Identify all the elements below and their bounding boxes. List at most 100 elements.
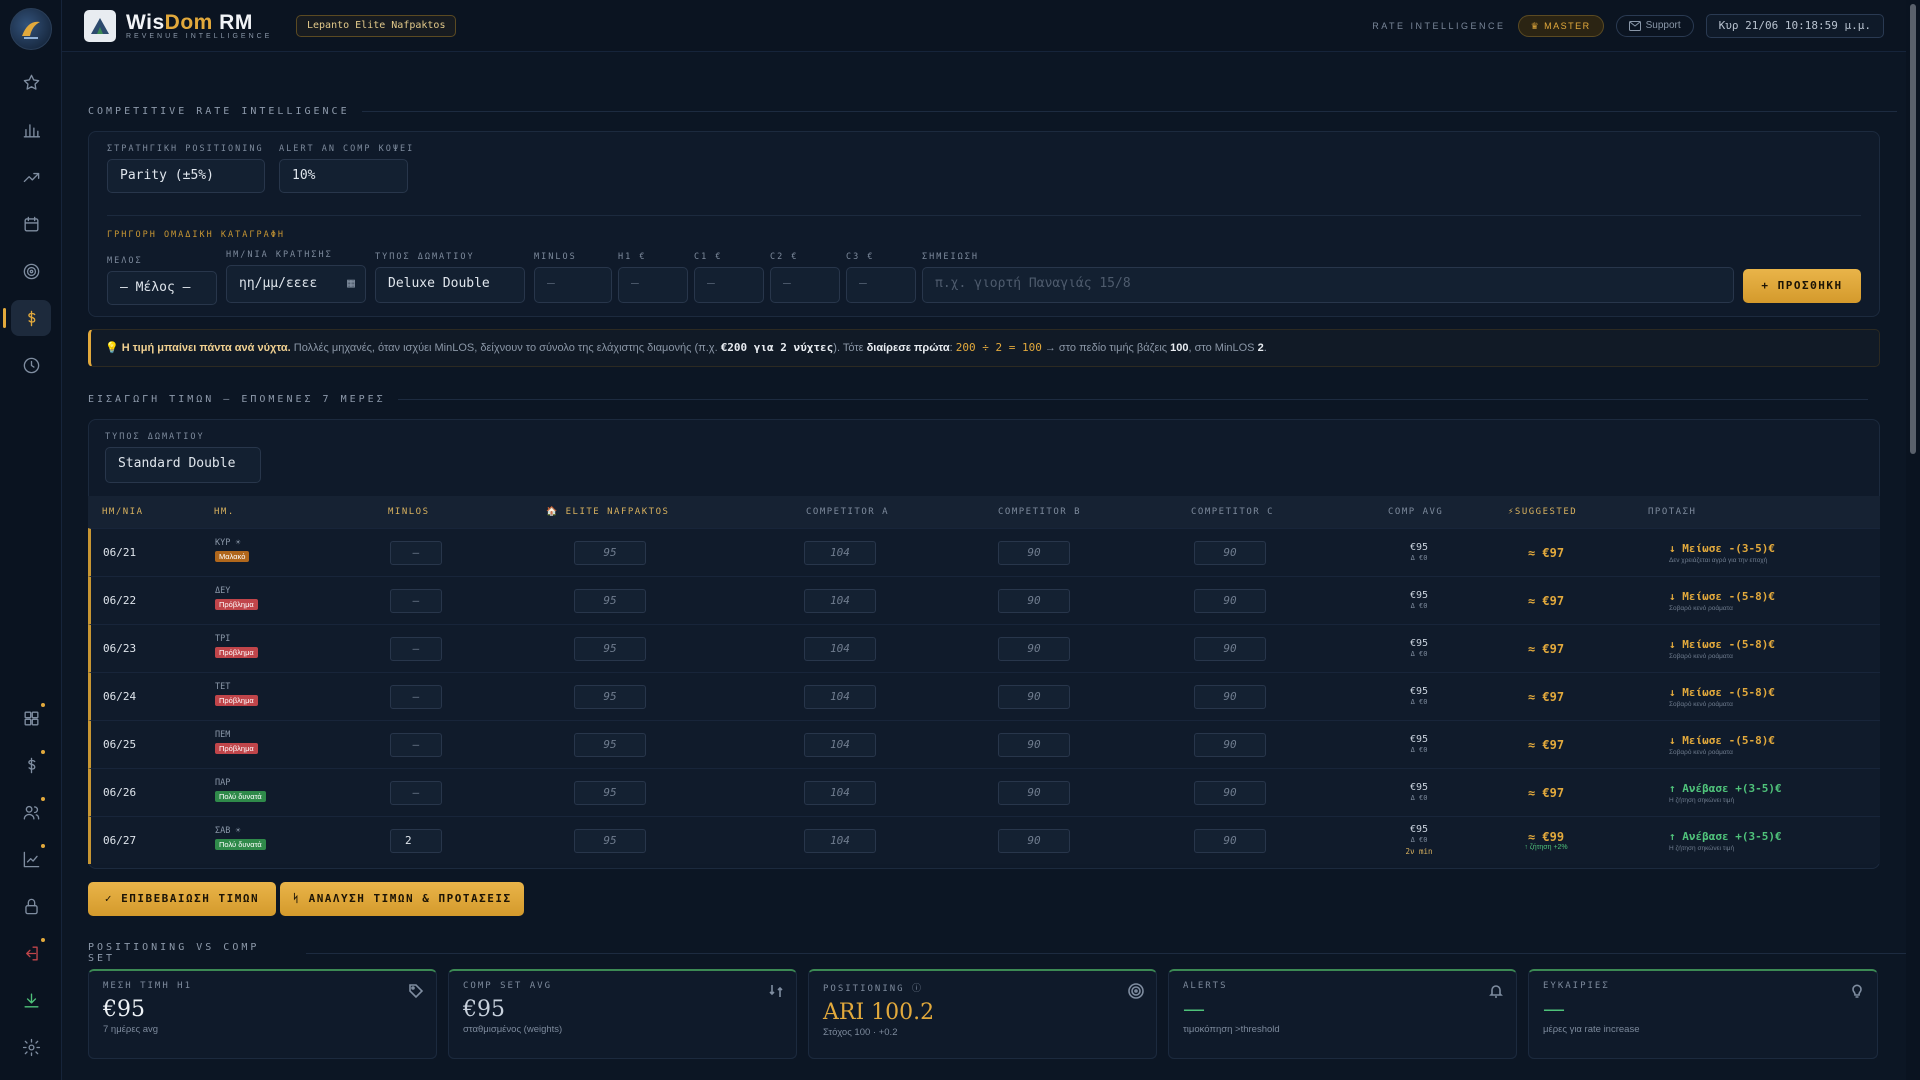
competitor-c-input[interactable]: 90 (1194, 828, 1266, 853)
proposal-action[interactable]: ↓ Μείωσε -(5-8)€ (1669, 638, 1869, 651)
competitor-a-input[interactable]: 104 (804, 684, 876, 709)
elite-price-input[interactable]: 95 (574, 636, 646, 661)
note-label: ΣΗΜΕΙΩΣΗ (922, 252, 979, 262)
h1-price-input[interactable]: — (618, 267, 688, 303)
elite-price-input[interactable]: 95 (574, 684, 646, 709)
elite-price-input[interactable]: 95 (574, 540, 646, 565)
competitor-a-input[interactable]: 104 (804, 780, 876, 805)
minlos-cell-input[interactable]: 2 (390, 828, 442, 853)
column-header-2: MINLOS (388, 507, 430, 517)
target-icon (1128, 983, 1144, 999)
c1-price-input[interactable]: — (694, 267, 764, 303)
proposal-action[interactable]: ↑ Ανέβασε +(3-5)€ (1669, 782, 1869, 795)
logout-icon[interactable] (11, 935, 51, 971)
competitor-c-input[interactable]: 90 (1194, 636, 1266, 661)
dollar-alt-icon[interactable] (11, 747, 51, 783)
member-select[interactable]: — Μέλος — (107, 271, 217, 305)
trending-up-icon[interactable] (11, 159, 51, 195)
master-badge[interactable]: ♛ MASTER (1517, 15, 1604, 37)
line-chart-icon[interactable] (11, 841, 51, 877)
competitor-c-input[interactable]: 90 (1194, 540, 1266, 565)
target-icon[interactable] (11, 253, 51, 289)
scrollbar[interactable] (1906, 0, 1920, 1080)
c3-price-input[interactable]: — (846, 267, 916, 303)
alert-threshold-input[interactable]: 10% (279, 159, 408, 193)
table-row: 06/25 ΠΕΜ Πρόβλημα — 95 104 90 90 €95 Δ €0 ≈ €97 ↓ … (88, 720, 1880, 768)
row-day: ΚΥΡ ☀ (215, 538, 241, 548)
competitor-a-input[interactable]: 104 (804, 636, 876, 661)
confirm-prices-button[interactable]: ✓ ΕΠΙΒΕΒΑΙΩΣΗ ΤΙΜΩΝ (88, 882, 276, 916)
table-row: 06/26 ΠΑΡ Πολύ δυνατά — 95 104 90 90 €95 Δ €0 ≈ €9… (88, 768, 1880, 816)
minlos-cell-input[interactable]: — (390, 588, 442, 613)
download-icon[interactable] (11, 982, 51, 1018)
minlos-cell-input[interactable]: — (390, 684, 442, 709)
c2-price-input[interactable]: — (770, 267, 840, 303)
comp-avg-delta: Δ €0 (1410, 793, 1428, 802)
clock-icon[interactable] (11, 347, 51, 383)
competitor-c-input[interactable]: 90 (1194, 684, 1266, 709)
minlos-cell-input[interactable]: — (390, 780, 442, 805)
competitor-b-input[interactable]: 90 (998, 732, 1070, 757)
note-input[interactable]: π.χ. γιορτή Παναγιάς 15/8 (922, 267, 1734, 303)
minlos-cell-input[interactable]: — (390, 732, 442, 757)
settings-icon[interactable] (11, 1029, 51, 1065)
competitor-b-input[interactable]: 90 (998, 828, 1070, 853)
proposal-action[interactable]: ↓ Μείωσε -(5-8)€ (1669, 590, 1869, 603)
brand[interactable]: WisDom RM REVENUE INTELLIGENCE (84, 10, 272, 42)
users-icon[interactable] (11, 794, 51, 830)
datetime-display: Κυρ 21/06 10:18:59 μ.μ. (1705, 14, 1884, 38)
table-row: 06/21 ΚΥΡ ☀ Μαλακό — 95 104 90 90 €95 Δ €0 ≈ €97 ↓ … (88, 528, 1880, 576)
elite-price-input[interactable]: 95 (574, 732, 646, 757)
comp-avg-value: €95 (1409, 541, 1429, 553)
tag-icon (409, 984, 424, 999)
proposal-action[interactable]: ↓ Μείωσε -(5-8)€ (1669, 734, 1869, 747)
positioning-select[interactable]: Parity (±5%) (107, 159, 265, 193)
analysis-button[interactable]: ᛋ ΑΝΑΛΥΣΗ ΤΙΜΩΝ & ΠΡΟΤΑΣΕΙΣ (280, 882, 524, 916)
row-date: 06/24 (103, 690, 137, 703)
minlos-tip-banner: 💡 Η τιμή μπαίνει πάντα ανά νύχτα. Πολλές… (88, 329, 1880, 367)
hotel-selector[interactable]: Lepanto Elite Nafpaktos (296, 15, 457, 37)
row-date: 06/27 (103, 834, 137, 847)
competitor-b-input[interactable]: 90 (998, 540, 1070, 565)
elite-price-input[interactable]: 95 (574, 780, 646, 805)
star-icon[interactable] (11, 64, 51, 100)
table-row: 06/22 ΔΕΥ Πρόβλημα — 95 104 90 90 €95 Δ €0 ≈ €97 ↓ … (88, 576, 1880, 624)
minlos-cell-input[interactable]: — (390, 636, 442, 661)
booking-date-input[interactable]: ηη/μμ/εεεε ▦ (226, 265, 366, 303)
competitor-a-input[interactable]: 104 (804, 540, 876, 565)
support-button[interactable]: Support (1615, 15, 1694, 37)
competitor-a-input[interactable]: 104 (804, 588, 876, 613)
comp-avg-minlos: 2ν min (1405, 847, 1433, 856)
minlos-input[interactable]: — (534, 267, 612, 303)
proposal-action[interactable]: ↓ Μείωσε -(5-8)€ (1669, 686, 1869, 699)
room-type-select-2[interactable]: Standard Double (105, 447, 261, 483)
competitor-c-input[interactable]: 90 (1194, 732, 1266, 757)
proposal-action[interactable]: ↑ Ανέβασε +(3-5)€ (1669, 830, 1869, 843)
scrollbar-thumb[interactable] (1910, 4, 1916, 454)
competitor-a-input[interactable]: 104 (804, 828, 876, 853)
lock-icon[interactable] (11, 888, 51, 924)
competitor-c-input[interactable]: 90 (1194, 588, 1266, 613)
elite-price-input[interactable]: 95 (574, 588, 646, 613)
competitor-a-input[interactable]: 104 (804, 732, 876, 757)
elite-price-input[interactable]: 95 (574, 828, 646, 853)
suggested-price: ≈ €99 (1527, 830, 1565, 844)
calendar-picker-icon[interactable]: ▦ (347, 266, 355, 302)
room-type-select[interactable]: Deluxe Double (375, 267, 525, 303)
competitor-b-input[interactable]: 90 (998, 636, 1070, 661)
dollar-icon[interactable] (3, 300, 51, 336)
calendar-icon[interactable] (11, 206, 51, 242)
bar-chart-icon[interactable] (11, 112, 51, 148)
competitor-b-input[interactable]: 90 (998, 780, 1070, 805)
grid-icon[interactable] (11, 700, 51, 736)
competitor-c-input[interactable]: 90 (1194, 780, 1266, 805)
competitor-b-input[interactable]: 90 (998, 588, 1070, 613)
proposal-action[interactable]: ↓ Μείωσε -(3-5)€ (1669, 542, 1869, 555)
add-button[interactable]: + ΠΡΟΣΘΗΚΗ (1743, 269, 1861, 303)
brand-subtitle: REVENUE INTELLIGENCE (126, 32, 273, 40)
comp-avg-value: €95 (1409, 781, 1429, 793)
competitor-b-input[interactable]: 90 (998, 684, 1070, 709)
minlos-cell-input[interactable]: — (390, 540, 442, 565)
app-logo[interactable] (10, 8, 52, 50)
suggested-price: ≈ €97 (1527, 785, 1565, 800)
